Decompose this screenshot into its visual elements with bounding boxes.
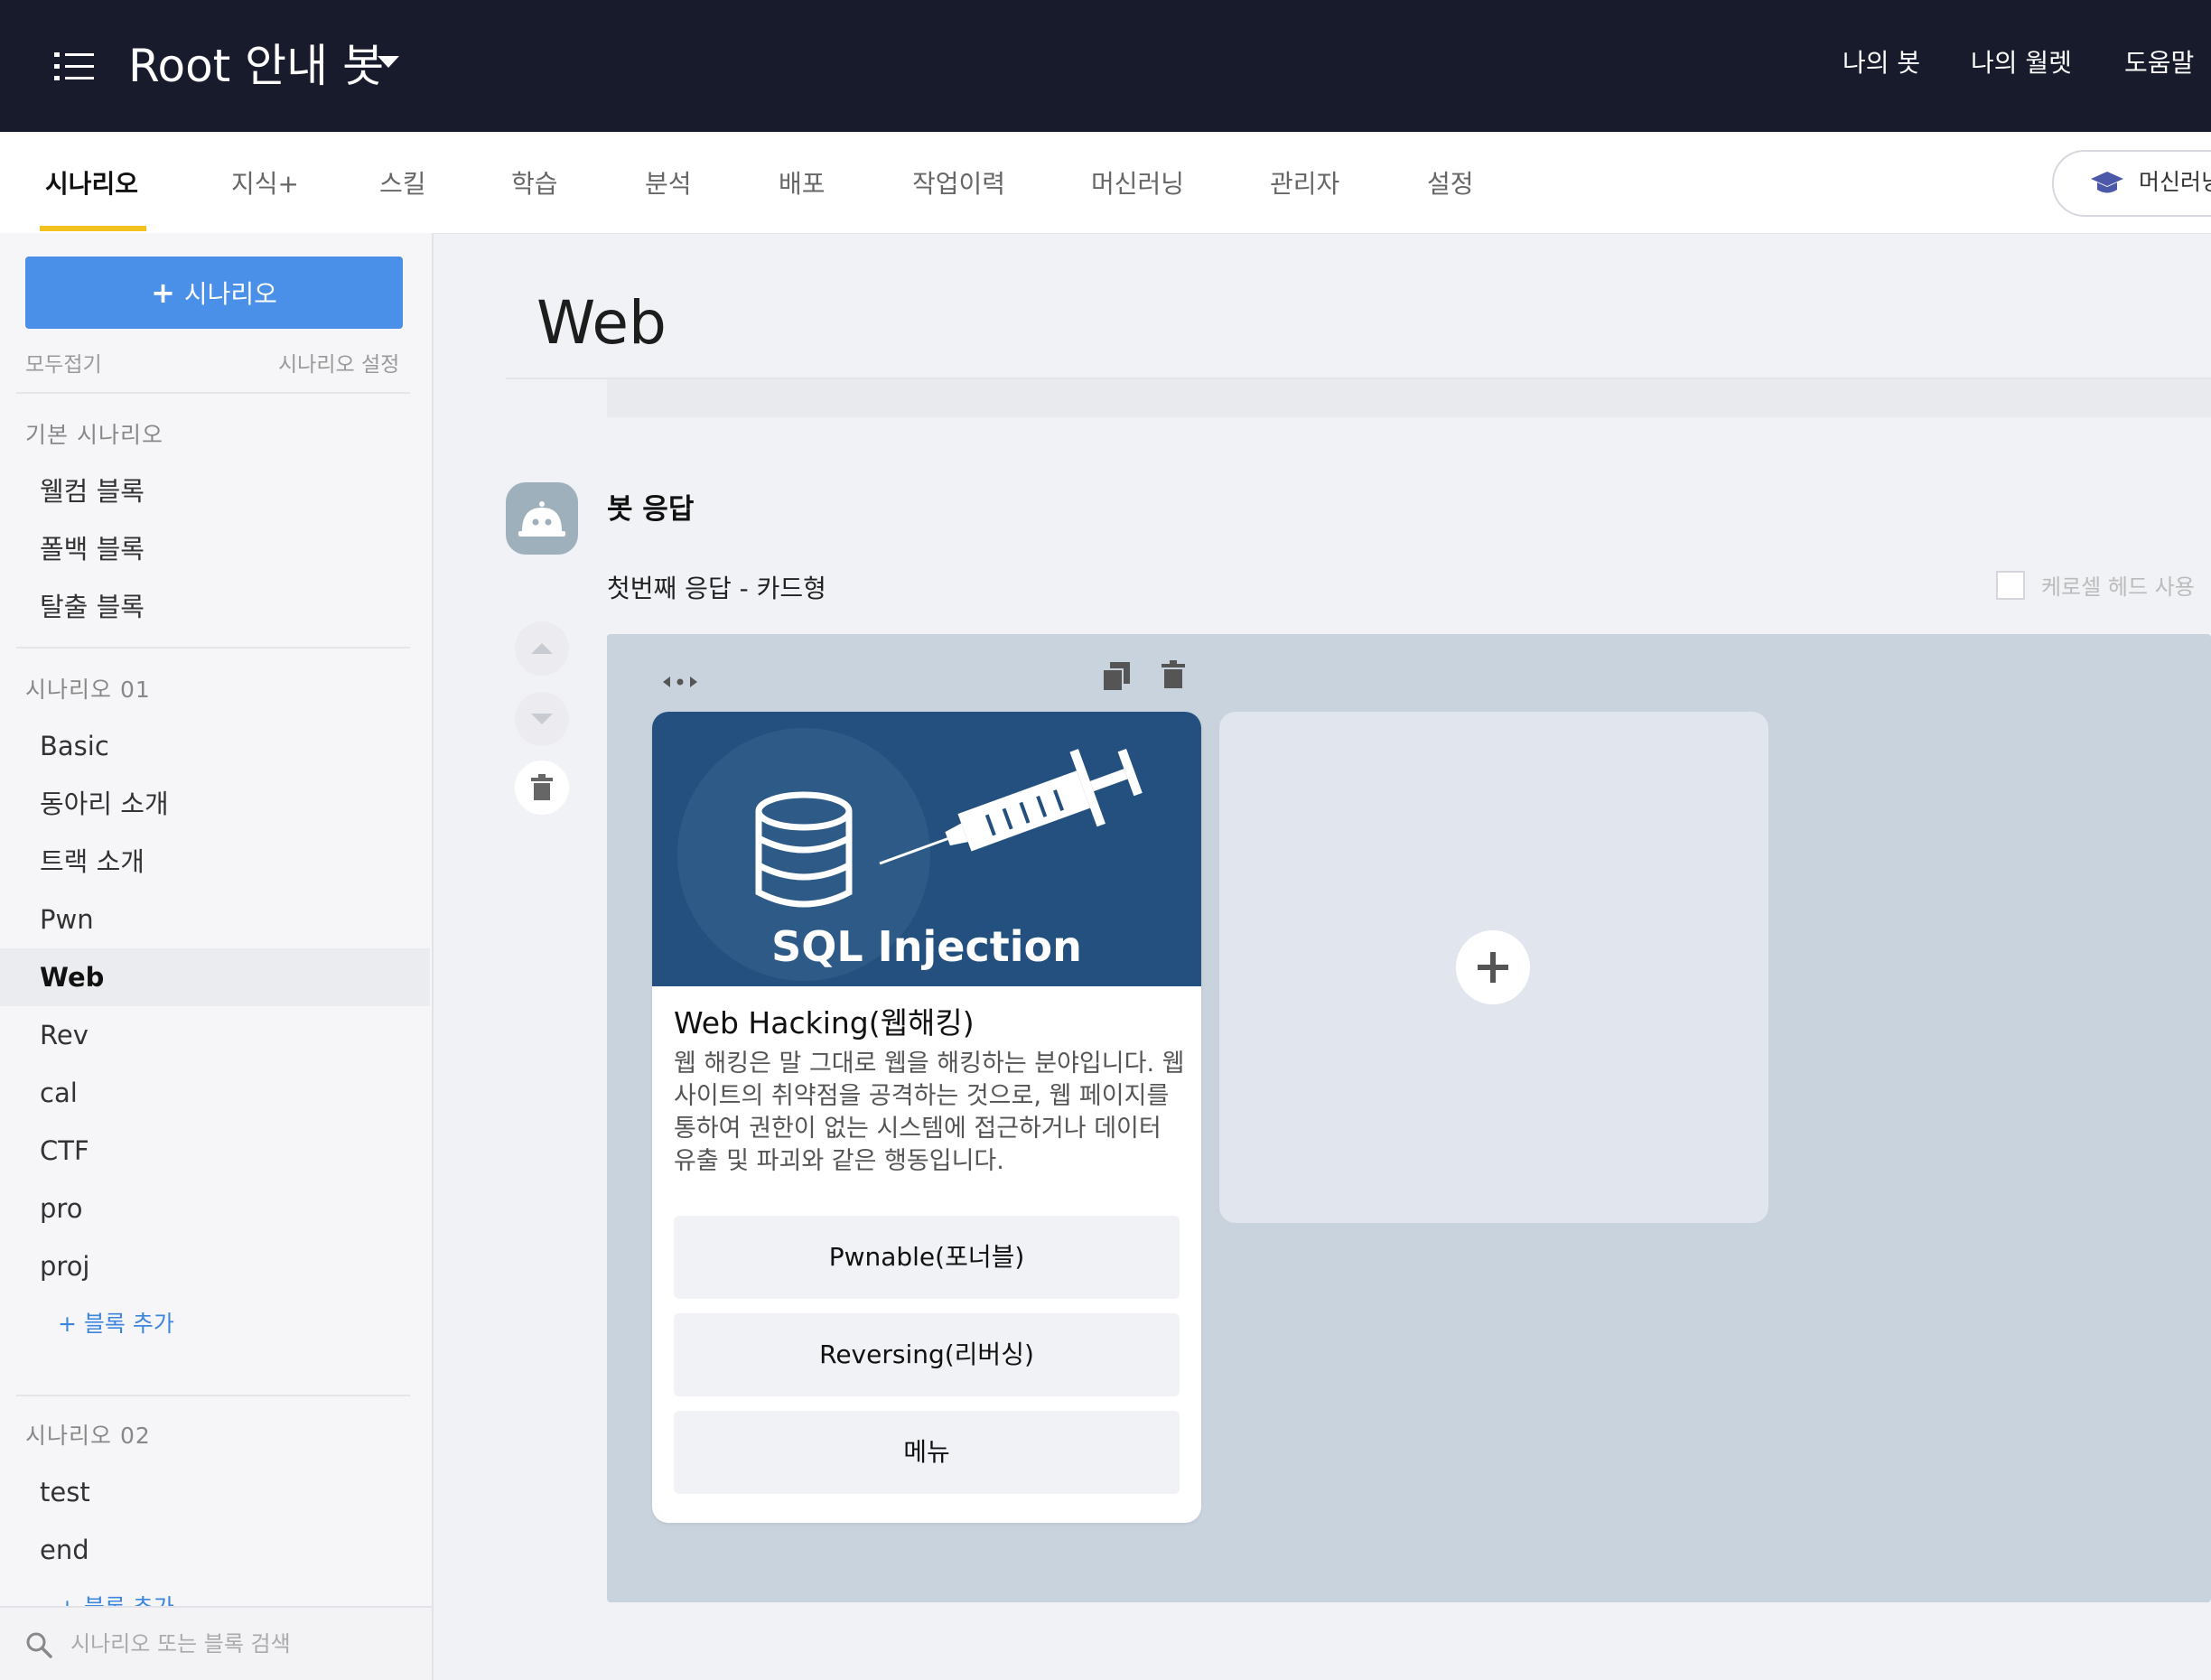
drag-handle-icon[interactable]	[663, 672, 697, 692]
card-button-pwnable[interactable]: Pwnable(포너블)	[674, 1216, 1180, 1299]
sidebar-item-club-intro[interactable]: 동아리 소개	[0, 775, 430, 833]
carousel-head-checkbox[interactable]	[1996, 571, 2025, 600]
sidebar-item-label: proj	[40, 1251, 90, 1282]
my-wallet-link[interactable]: 나의 월렛	[1971, 45, 2072, 81]
search-icon	[26, 1632, 52, 1658]
trash-icon	[531, 774, 553, 800]
search-input[interactable]: 시나리오 또는 블록 검색	[70, 1628, 291, 1660]
page-title[interactable]: Web	[536, 287, 667, 359]
sidebar-search[interactable]: 시나리오 또는 블록 검색	[0, 1606, 432, 1680]
sidebar-item-rev[interactable]: Rev	[0, 1006, 430, 1064]
plus-icon	[1478, 952, 1508, 983]
main-tabs: 시나리오 지식+ 스킬 학습 분석 배포 작업이력 머신러닝 관리자 설정 머신…	[0, 132, 2211, 234]
sidebar-item-welcome[interactable]: 웰컴 블록	[0, 462, 430, 520]
card-title[interactable]: Web Hacking(웹해킹)	[674, 1003, 975, 1044]
sidebar-item-test[interactable]: test	[0, 1463, 430, 1521]
sidebar-item-label: 탈출 블록	[40, 592, 145, 622]
card-image[interactable]: SQL Injection	[652, 712, 1201, 986]
tab-analysis[interactable]: 분석	[645, 166, 692, 202]
tab-knowledge[interactable]: 지식+	[231, 166, 299, 202]
divider	[16, 392, 410, 394]
card-button-reversing[interactable]: Reversing(리버싱)	[674, 1313, 1180, 1396]
bot-avatar	[506, 482, 578, 555]
bot-icon	[518, 501, 565, 537]
sidebar-item-label: Basic	[40, 731, 109, 761]
group-title[interactable]: 기본 시나리오	[25, 419, 163, 452]
tab-training[interactable]: 학습	[511, 166, 558, 202]
sidebar-item-pwn[interactable]: Pwn	[0, 891, 430, 948]
card-description[interactable]: 웹 해킹은 말 그대로 웹을 해킹하는 분야입니다. 웹 사이트의 취약점을 공…	[674, 1048, 1185, 1178]
sidebar-item-label: end	[40, 1535, 89, 1565]
machine-learning-button[interactable]: 머신러닝	[2052, 150, 2211, 217]
arrow-up-icon	[531, 643, 553, 654]
menu-list-icon[interactable]	[54, 49, 94, 85]
tab-admin[interactable]: 관리자	[1270, 166, 1339, 202]
card-image-caption: SQL Injection	[771, 922, 1082, 971]
plus-icon: +	[151, 275, 175, 310]
collapse-all-link[interactable]: 모두접기	[25, 350, 102, 379]
sidebar-item-end[interactable]: end	[0, 1521, 430, 1579]
active-tab-indicator	[40, 226, 146, 231]
sidebar-item-label: 폴백 블록	[40, 534, 145, 565]
sidebar-item-label: 동아리 소개	[40, 789, 169, 819]
sidebar-item-ctf[interactable]: CTF	[0, 1122, 430, 1180]
sidebar-item-label: test	[40, 1477, 90, 1507]
graduation-cap-icon	[2091, 172, 2123, 193]
app-title[interactable]: Root 안내 봇	[128, 34, 384, 98]
caret-down-icon[interactable]	[378, 56, 399, 68]
sidebar-item-exit[interactable]: 탈출 블록	[0, 578, 430, 636]
move-down-button[interactable]	[515, 692, 569, 746]
scenario-settings-link[interactable]: 시나리오 설정	[278, 350, 399, 379]
sidebar-item-web[interactable]: Web	[0, 948, 430, 1006]
sidebar-item-track-intro[interactable]: 트랙 소개	[0, 833, 430, 891]
sidebar-item-label: Web	[40, 962, 105, 993]
block-strip	[607, 379, 2211, 417]
divider	[16, 647, 410, 649]
sidebar-item-pro[interactable]: pro	[0, 1180, 430, 1237]
sidebar-item-basic[interactable]: Basic	[0, 717, 430, 775]
carousel-head-label: 케로셀 헤드 사용	[2041, 574, 2195, 600]
group-title[interactable]: 시나리오 02	[25, 1420, 151, 1452]
bot-response-label: 봇 응답	[607, 493, 695, 526]
sidebar-item-label: pro	[40, 1193, 83, 1224]
top-bar: Root 안내 봇 나의 봇 나의 월렛 도움말	[0, 0, 2211, 132]
tab-scenario[interactable]: 시나리오	[45, 166, 138, 202]
sidebar-item-fallback[interactable]: 폴백 블록	[0, 520, 430, 578]
sidebar-item-label: cal	[40, 1078, 78, 1108]
move-up-button[interactable]	[515, 621, 569, 676]
add-scenario-label: 시나리오	[183, 279, 277, 309]
scenario-sidebar: + 시나리오 모두접기 시나리오 설정 기본 시나리오 웰컴 블록 폴백 블록 탈…	[0, 233, 434, 1680]
divider	[16, 1395, 410, 1396]
sidebar-item-label: 트랙 소개	[40, 846, 145, 877]
trash-icon[interactable]	[1160, 659, 1187, 690]
group-title[interactable]: 시나리오 01	[25, 674, 151, 706]
tab-history[interactable]: 작업이력	[912, 166, 1005, 202]
copy-icon[interactable]	[1102, 661, 1131, 692]
add-scenario-button[interactable]: + 시나리오	[25, 257, 403, 329]
sidebar-item-label: Pwn	[40, 904, 94, 935]
sidebar-item-label: CTF	[40, 1135, 89, 1166]
sidebar-item-label: Rev	[40, 1020, 89, 1050]
sidebar-item-proj[interactable]: proj	[0, 1237, 430, 1295]
tab-deploy[interactable]: 배포	[779, 166, 826, 202]
add-block-link[interactable]: + 블록 추가	[58, 1308, 174, 1340]
add-card-button[interactable]	[1456, 930, 1530, 1004]
delete-response-button[interactable]	[515, 761, 569, 815]
sidebar-item-cal[interactable]: cal	[0, 1064, 430, 1122]
arrow-down-icon	[531, 714, 553, 724]
my-bot-link[interactable]: 나의 봇	[1842, 45, 1920, 81]
card-button-menu[interactable]: 메뉴	[674, 1411, 1180, 1494]
response-card[interactable]: SQL Injection Web Hacking(웹해킹) 웹 해킹은 말 그…	[652, 712, 1201, 1523]
tab-skill[interactable]: 스킬	[379, 166, 426, 202]
response-type-label: 첫번째 응답 - 카드형	[607, 574, 826, 603]
machine-learning-label: 머신러닝	[2139, 169, 2211, 195]
tab-machine-learning[interactable]: 머신러닝	[1091, 166, 1184, 202]
help-link[interactable]: 도움말	[2124, 45, 2194, 81]
sidebar-item-label: 웰컴 블록	[40, 476, 145, 507]
add-card-placeholder[interactable]	[1219, 712, 1768, 1223]
tab-settings[interactable]: 설정	[1427, 166, 1474, 202]
